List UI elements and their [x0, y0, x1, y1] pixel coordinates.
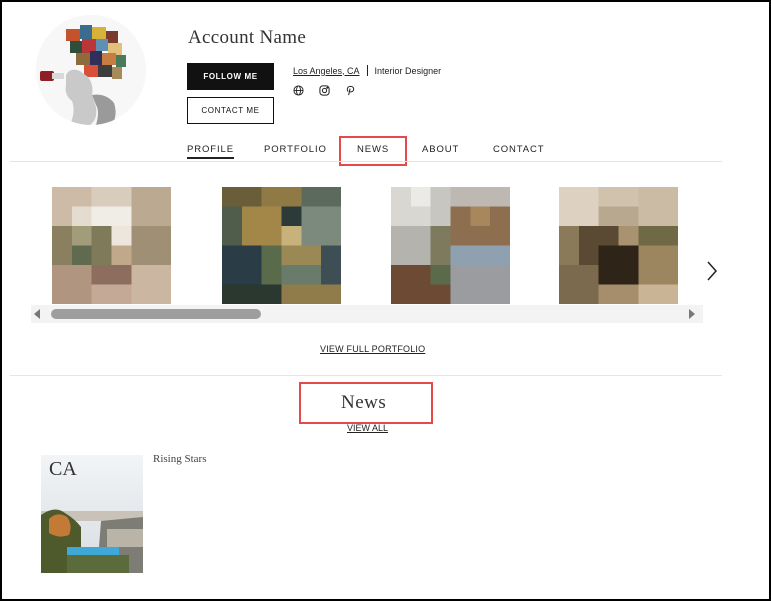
tab-portfolio[interactable]: PORTFOLIO — [264, 144, 327, 155]
portfolio-image[interactable] — [222, 187, 341, 304]
location-link[interactable]: Los Angeles, CA — [293, 66, 360, 76]
cover-logo-text: CA — [49, 458, 77, 480]
portfolio-image[interactable] — [559, 187, 678, 304]
profile-meta: Los Angeles, CA Interior Designer — [293, 65, 441, 76]
tabs-divider — [10, 161, 722, 162]
section-divider — [10, 375, 722, 376]
pinterest-icon[interactable] — [344, 84, 356, 96]
tab-contact[interactable]: CONTACT — [493, 144, 545, 155]
contact-button[interactable]: CONTACT ME — [187, 97, 274, 124]
meta-divider — [366, 65, 368, 76]
portfolio-image[interactable] — [52, 187, 171, 304]
news-cover-image[interactable]: CA — [41, 455, 143, 573]
tab-about[interactable]: ABOUT — [422, 144, 459, 155]
follow-button[interactable]: FOLLOW ME — [187, 63, 274, 90]
carousel-next-icon[interactable] — [705, 260, 719, 287]
view-all-news-link[interactable]: VIEW ALL — [347, 423, 388, 433]
scroll-left-icon[interactable] — [34, 309, 40, 319]
view-full-portfolio-link[interactable]: VIEW FULL PORTFOLIO — [320, 344, 425, 354]
news-item-title[interactable]: Rising Stars — [153, 453, 206, 465]
instagram-icon[interactable] — [318, 84, 330, 96]
portfolio-image[interactable] — [391, 187, 510, 304]
profession-label: Interior Designer — [374, 65, 442, 76]
tab-profile[interactable]: PROFILE — [187, 144, 234, 159]
scroll-right-icon[interactable] — [689, 309, 695, 319]
scroll-thumb[interactable] — [51, 309, 261, 319]
avatar — [36, 15, 146, 125]
news-title-highlight — [299, 382, 433, 424]
account-name: Account Name — [188, 27, 307, 48]
globe-icon[interactable] — [292, 84, 304, 96]
social-links — [292, 84, 356, 96]
carousel-scrollbar[interactable] — [31, 305, 703, 323]
